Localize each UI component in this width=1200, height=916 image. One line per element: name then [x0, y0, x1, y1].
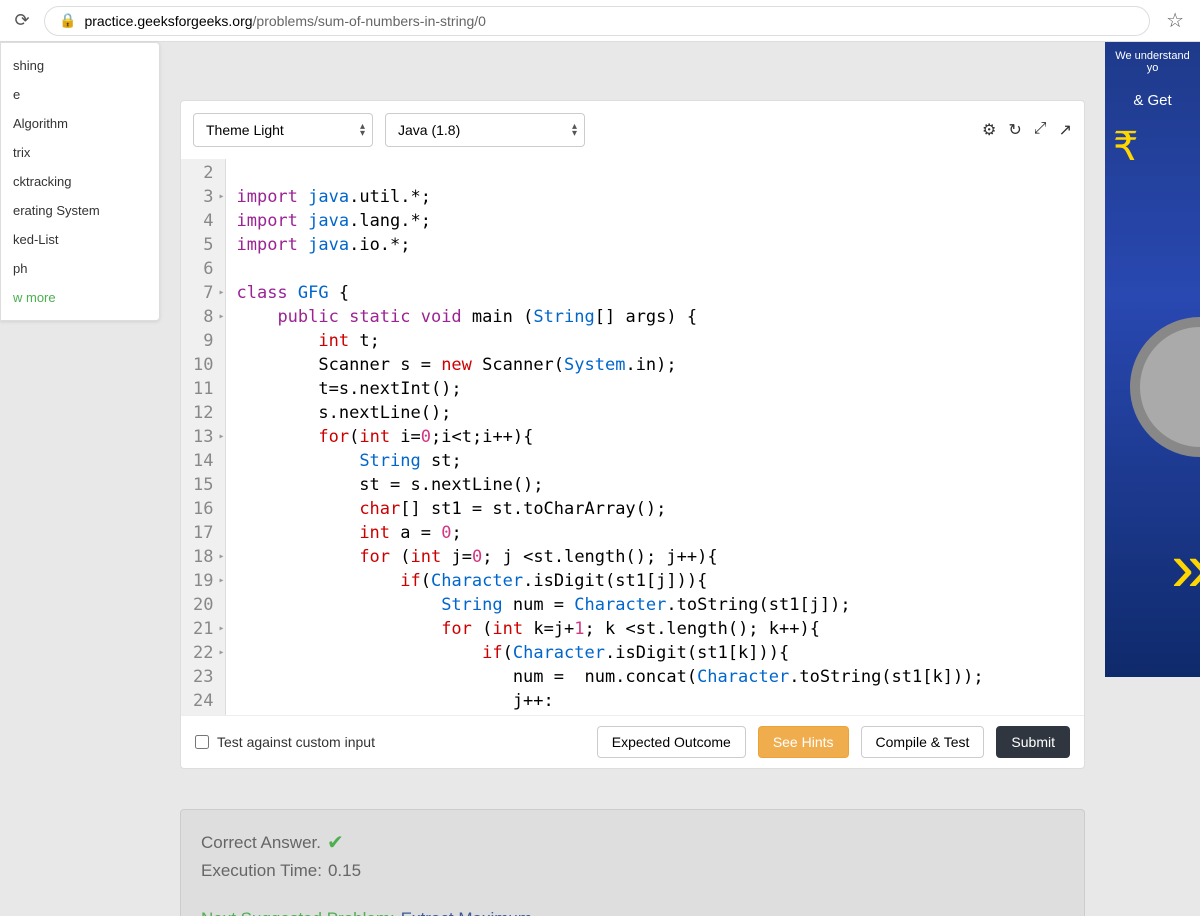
code-line[interactable]: for(int i=0;i<t;i++){ — [236, 425, 983, 449]
gutter-line: 5 — [193, 233, 213, 257]
code-line[interactable]: for (int j=0; j <st.length(); j++){ — [236, 545, 983, 569]
rupee-icon: ₹ — [1105, 119, 1200, 170]
code-line[interactable]: String st; — [236, 449, 983, 473]
code-line[interactable]: Scanner s = new Scanner(System.in); — [236, 353, 983, 377]
gutter-line: 15 — [193, 473, 213, 497]
sidebar-item[interactable]: erating System — [1, 196, 159, 225]
check-icon: ✔ — [327, 830, 344, 855]
exec-time-value: 0.15 — [328, 861, 361, 881]
gutter-line: 17 — [193, 521, 213, 545]
language-select[interactable]: Java (1.8) — [385, 113, 585, 147]
code-line[interactable]: import java.util.*; — [236, 185, 983, 209]
gutter-line: 21 — [193, 617, 213, 641]
code-editor[interactable]: 23456789101112131415161718192021222324 i… — [181, 159, 1084, 715]
code-line[interactable]: String num = Character.toString(st1[j]); — [236, 593, 983, 617]
code-line[interactable]: st = s.nextLine(); — [236, 473, 983, 497]
gutter-line: 7 — [193, 281, 213, 305]
reset-icon[interactable]: ↻ — [1008, 120, 1021, 140]
sidebar-item[interactable]: Algorithm — [1, 109, 159, 138]
code-line[interactable]: if(Character.isDigit(st1[j])){ — [236, 569, 983, 593]
gutter-line: 3 — [193, 185, 213, 209]
sidebar-item[interactable]: e — [1, 80, 159, 109]
gutter-line: 2 — [193, 161, 213, 185]
editor-toolbar: Theme Light ▴▾ Java (1.8) ▴▾ ⚙ ↻ ⤢ ↗ — [181, 101, 1084, 159]
sidebar-item[interactable]: ked-List — [1, 225, 159, 254]
sidebar-item[interactable]: trix — [1, 138, 159, 167]
gutter-line: 12 — [193, 401, 213, 425]
url-domain: practice.geeksforgeeks.org — [84, 13, 252, 29]
url-path: /problems/sum-of-numbers-in-string/0 — [253, 13, 486, 29]
settings-gear-icon[interactable]: ⚙ — [982, 120, 996, 140]
gutter-line: 20 — [193, 593, 213, 617]
code-line[interactable]: if(Character.isDigit(st1[k])){ — [236, 641, 983, 665]
theme-select[interactable]: Theme Light — [193, 113, 373, 147]
sidebar: shingeAlgorithmtrixcktrackingerating Sys… — [0, 42, 160, 321]
code-line[interactable]: int t; — [236, 329, 983, 353]
gutter-line: 22 — [193, 641, 213, 665]
sidebar-show-more[interactable]: w more — [1, 283, 159, 312]
custom-input-checkbox[interactable]: Test against custom input — [195, 734, 375, 750]
gutter-line: 14 — [193, 449, 213, 473]
custom-input-checkbox-input[interactable] — [195, 735, 209, 749]
gutter-line: 4 — [193, 209, 213, 233]
next-suggested-link[interactable]: Extract Maximum — [401, 909, 532, 916]
ad-get-text: & Get — [1105, 82, 1200, 119]
expand-icon[interactable]: ⤢ — [1034, 120, 1047, 140]
gutter-line: 10 — [193, 353, 213, 377]
url-bar[interactable]: 🔒 practice.geeksforgeeks.org/problems/su… — [44, 6, 1150, 36]
browser-address-bar: ⟳ 🔒 practice.geeksforgeeks.org/problems/… — [0, 0, 1200, 42]
bookmark-star-icon[interactable]: ☆ — [1160, 8, 1190, 33]
next-suggested-label: Next Suggested Problem: — [201, 909, 395, 916]
sidebar-item[interactable]: cktracking — [1, 167, 159, 196]
editor-card: Theme Light ▴▾ Java (1.8) ▴▾ ⚙ ↻ ⤢ ↗ — [180, 100, 1085, 769]
sidebar-item[interactable]: shing — [1, 51, 159, 80]
gutter-line: 6 — [193, 257, 213, 281]
lock-icon: 🔒 — [59, 12, 76, 29]
ad-rail[interactable]: We understand yo & Get ₹ » — [1105, 42, 1200, 677]
result-panel: Correct Answer. ✔ Execution Time: 0.15 Ne… — [180, 809, 1085, 916]
code-line[interactable] — [236, 161, 983, 185]
gutter-line: 13 — [193, 425, 213, 449]
gutter-line: 19 — [193, 569, 213, 593]
code-line[interactable]: t=s.nextInt(); — [236, 377, 983, 401]
correct-answer-text: Correct Answer. — [201, 833, 321, 853]
see-hints-button[interactable]: See Hints — [758, 726, 849, 758]
code-line[interactable]: import java.lang.*; — [236, 209, 983, 233]
ad-top-text: We understand yo — [1105, 42, 1200, 82]
code-line[interactable]: class GFG { — [236, 281, 983, 305]
exec-time-label: Execution Time: — [201, 861, 322, 881]
code-line[interactable]: import java.io.*; — [236, 233, 983, 257]
gutter-line: 24 — [193, 689, 213, 713]
gutter-line: 9 — [193, 329, 213, 353]
code-line[interactable]: s.nextLine(); — [236, 401, 983, 425]
code-line[interactable]: char[] st1 = st.toCharArray(); — [236, 497, 983, 521]
reload-icon[interactable]: ⟳ — [10, 9, 34, 33]
code-line[interactable] — [236, 257, 983, 281]
fullscreen-icon[interactable]: ↗ — [1059, 120, 1072, 140]
gutter-line: 18 — [193, 545, 213, 569]
gutter-line: 16 — [193, 497, 213, 521]
code-line[interactable]: public static void main (String[] args) … — [236, 305, 983, 329]
custom-input-label: Test against custom input — [217, 734, 375, 750]
code-line[interactable]: j++: — [236, 689, 983, 713]
expected-outcome-button[interactable]: Expected Outcome — [597, 726, 746, 758]
chevrons-icon: » — [1171, 527, 1200, 607]
line-gutter: 23456789101112131415161718192021222324 — [181, 159, 226, 715]
editor-footer: Test against custom input Expected Outco… — [181, 715, 1084, 768]
compile-test-button[interactable]: Compile & Test — [861, 726, 985, 758]
sidebar-item[interactable]: ph — [1, 254, 159, 283]
code-line[interactable]: for (int k=j+1; k <st.length(); k++){ — [236, 617, 983, 641]
main-column: Theme Light ▴▾ Java (1.8) ▴▾ ⚙ ↻ ⤢ ↗ — [160, 42, 1105, 916]
film-reel-icon — [1130, 317, 1200, 457]
code-line[interactable]: num = num.concat(Character.toString(st1[… — [236, 665, 983, 689]
gutter-line: 8 — [193, 305, 213, 329]
submit-button[interactable]: Submit — [996, 726, 1070, 758]
code-body[interactable]: import java.util.*;import java.lang.*;im… — [226, 159, 993, 715]
gutter-line: 11 — [193, 377, 213, 401]
gutter-line: 23 — [193, 665, 213, 689]
code-line[interactable]: int a = 0; — [236, 521, 983, 545]
